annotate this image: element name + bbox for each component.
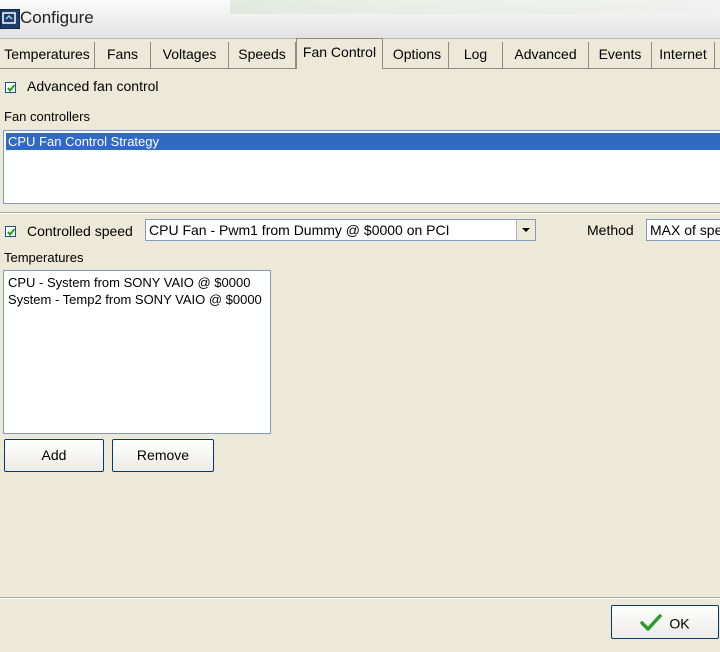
remove-button[interactable]: Remove — [112, 439, 214, 472]
fan-controllers-label: Fan controllers — [4, 109, 90, 124]
method-label: Method — [587, 222, 634, 238]
controlled-speed-label: Controlled speed — [27, 223, 133, 239]
check-icon — [7, 228, 16, 237]
tab-log[interactable]: Log — [449, 42, 503, 68]
list-item[interactable]: CPU - System from SONY VAIO @ $0000 — [6, 274, 268, 291]
controlled-speed-value: CPU Fan - Pwm1 from Dummy @ $0000 on PCI — [149, 222, 450, 238]
method-select[interactable]: MAX of speeds — [646, 219, 720, 241]
window-title: Configure — [20, 8, 94, 27]
fan-controllers-list[interactable]: CPU Fan Control Strategy — [3, 130, 720, 204]
divider-highlight — [0, 213, 720, 214]
tab-options[interactable]: Options — [386, 42, 449, 68]
controlled-speed-select[interactable]: CPU Fan - Pwm1 from Dummy @ $0000 on PCI — [145, 219, 536, 241]
tab-strip: Temperatures Fans Voltages Speeds Fan Co… — [0, 38, 720, 69]
ok-button[interactable]: OK — [611, 605, 719, 639]
list-item[interactable]: System - Temp2 from SONY VAIO @ $0000 — [6, 291, 268, 308]
app-icon — [0, 9, 20, 29]
tab-events[interactable]: Events — [589, 42, 652, 68]
temperatures-list[interactable]: CPU - System from SONY VAIO @ $0000 Syst… — [3, 270, 271, 434]
method-value: MAX of speeds — [650, 222, 720, 238]
chevron-down-icon — [522, 228, 530, 232]
footer-divider-highlight — [0, 598, 720, 599]
advanced-fan-control-label: Advanced fan control — [27, 78, 159, 94]
tab-voltages[interactable]: Voltages — [151, 42, 229, 68]
background-window-ghost — [230, 0, 720, 14]
ok-button-label: OK — [669, 615, 690, 632]
tab-fan-control[interactable]: Fan Control — [296, 38, 383, 69]
title-bar: Configure — [0, 0, 720, 39]
list-item[interactable]: CPU Fan Control Strategy — [6, 133, 720, 150]
checkmark-icon — [640, 614, 663, 632]
tab-internet[interactable]: Internet — [652, 42, 715, 68]
add-button[interactable]: Add — [4, 439, 104, 472]
tab-fans[interactable]: Fans — [95, 42, 151, 68]
dropdown-button[interactable] — [516, 220, 535, 240]
tab-temperatures[interactable]: Temperatures — [0, 42, 95, 68]
tab-speeds[interactable]: Speeds — [229, 42, 296, 68]
advanced-fan-control-checkbox[interactable] — [5, 82, 16, 93]
check-icon — [7, 84, 16, 93]
tab-advanced[interactable]: Advanced — [503, 42, 589, 68]
controlled-speed-checkbox[interactable] — [5, 226, 16, 237]
temperatures-label: Temperatures — [4, 250, 84, 265]
